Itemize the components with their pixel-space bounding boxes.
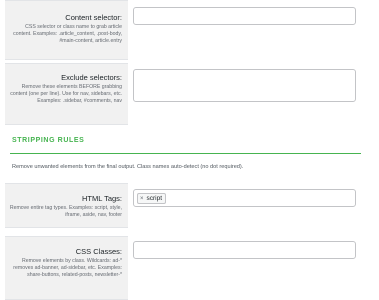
exclude-selectors-row: Exclude selectors: Remove these elements… (0, 63, 379, 125)
content-selector-description: CSS selector or class name to grab artic… (13, 24, 122, 45)
tag-chip-script: × script (137, 193, 167, 204)
tag-remove-icon[interactable]: × (140, 196, 144, 202)
css-classes-label: CSS Classes: (75, 247, 122, 256)
css-classes-label-cell: CSS Classes: Remove elements by class. W… (5, 236, 128, 300)
css-classes-row: CSS Classes: Remove elements by class. W… (0, 236, 379, 300)
html-tags-label-cell: HTML Tags: Remove entire tag types. Exam… (5, 183, 128, 228)
content-selector-label-cell: Content selector: CSS selector or class … (5, 0, 128, 60)
html-tags-label: HTML Tags: (81, 194, 122, 203)
content-selector-input[interactable] (133, 7, 356, 25)
html-tags-description: Remove entire tag types. Examples: scrip… (9, 205, 122, 219)
css-classes-description: Remove elements by class. Wildcards: ad-… (13, 258, 122, 279)
section-divider (10, 153, 361, 154)
exclude-selectors-description: Remove these elements BEFORE grabbing co… (10, 84, 122, 105)
html-tags-row: HTML Tags: Remove entire tag types. Exam… (0, 183, 379, 228)
stripping-rules-heading: STRIPPING RULES (12, 137, 85, 144)
html-tags-input[interactable]: × script (133, 189, 356, 207)
exclude-selectors-textarea[interactable] (133, 69, 356, 102)
content-selector-label: Content selector: (65, 13, 122, 22)
exclude-selectors-label: Exclude selectors: (61, 73, 122, 82)
tag-chip-label: script (146, 195, 163, 202)
stripping-rules-description: Remove unwanted elements from the final … (12, 164, 244, 170)
css-classes-textarea[interactable] (133, 241, 356, 259)
exclude-selectors-label-cell: Exclude selectors: Remove these elements… (5, 63, 128, 125)
content-selector-row: Content selector: CSS selector or class … (0, 0, 379, 60)
